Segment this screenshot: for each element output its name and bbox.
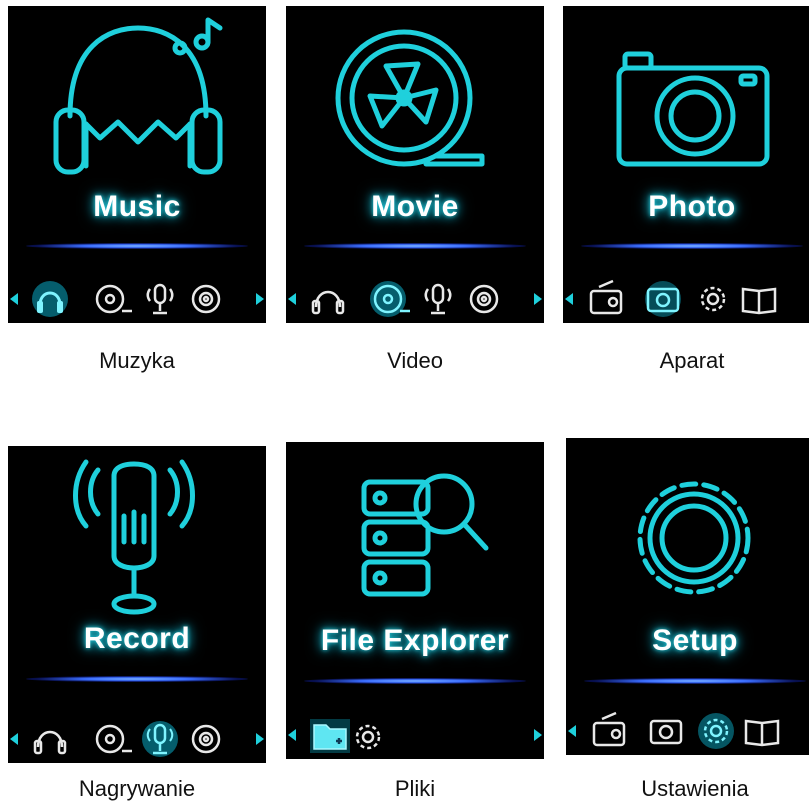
- screen-movie[interactable]: Movie: [286, 6, 544, 323]
- screen-setup[interactable]: Setup: [566, 438, 809, 755]
- headphones-icon[interactable]: [33, 730, 67, 755]
- gear-icon: [637, 481, 751, 595]
- microphone-icon[interactable]: [424, 283, 452, 315]
- arrow-right-icon[interactable]: [534, 729, 542, 741]
- glow-divider: [584, 678, 806, 684]
- menu-icon-bar[interactable]: [8, 715, 266, 763]
- gear-icon[interactable]: [700, 286, 726, 312]
- arrow-left-icon[interactable]: [10, 293, 18, 305]
- film-reel-icon: [335, 29, 485, 167]
- menu-icon-bar[interactable]: [563, 275, 809, 323]
- file-explorer-icon: [361, 473, 489, 597]
- caption-setup: Ustawienia: [641, 776, 749, 801]
- glow-divider: [26, 676, 248, 682]
- screen-music[interactable]: Music: [8, 6, 266, 323]
- glow-divider: [26, 243, 248, 249]
- radio-icon[interactable]: [589, 279, 623, 315]
- disc-icon[interactable]: [191, 284, 221, 314]
- camera-icon[interactable]: [645, 281, 681, 317]
- menu-title: Music: [93, 190, 181, 223]
- arrow-right-icon[interactable]: [534, 293, 542, 305]
- caption-file-explorer: Pliki: [394, 776, 436, 801]
- arrow-left-icon[interactable]: [288, 293, 296, 305]
- arrow-left-icon[interactable]: [568, 725, 576, 737]
- menu-title: File Explorer: [320, 624, 510, 657]
- headphones-icon[interactable]: [311, 290, 345, 315]
- disc-icon[interactable]: [469, 284, 499, 314]
- menu-icon-bar[interactable]: [566, 707, 809, 755]
- headphones-icon: [53, 17, 223, 175]
- arrow-right-icon[interactable]: [256, 733, 264, 745]
- screen-photo[interactable]: Photo: [563, 6, 809, 323]
- film-reel-icon[interactable]: [95, 724, 132, 754]
- book-icon[interactable]: [741, 287, 777, 315]
- camera-icon[interactable]: [649, 719, 683, 745]
- camera-icon: [616, 51, 770, 167]
- film-reel-icon[interactable]: [370, 281, 410, 317]
- menu-icon-bar[interactable]: [8, 275, 266, 323]
- film-reel-icon[interactable]: [95, 284, 132, 314]
- microphone-icon: [73, 459, 195, 615]
- radio-icon[interactable]: [592, 711, 626, 747]
- microphone-icon[interactable]: [142, 721, 178, 757]
- gear-icon[interactable]: [698, 713, 734, 749]
- menu-icon-bar[interactable]: [286, 711, 544, 759]
- book-icon[interactable]: [744, 719, 780, 747]
- arrow-left-icon[interactable]: [10, 733, 18, 745]
- screen-file-explorer[interactable]: File Explorer: [286, 442, 544, 759]
- caption-photo: Aparat: [659, 348, 725, 373]
- menu-icon-bar[interactable]: [286, 275, 544, 323]
- caption-movie: Video: [387, 348, 443, 373]
- menu-title: Record: [83, 622, 191, 655]
- microphone-icon[interactable]: [146, 283, 174, 315]
- arrow-left-icon[interactable]: [565, 293, 573, 305]
- headphones-icon[interactable]: [32, 281, 68, 317]
- gear-icon[interactable]: [355, 724, 381, 750]
- glow-divider: [304, 678, 526, 684]
- caption-music: Muzyka: [99, 348, 175, 373]
- arrow-left-icon[interactable]: [288, 729, 296, 741]
- arrow-right-icon[interactable]: [256, 293, 264, 305]
- disc-icon[interactable]: [191, 724, 221, 754]
- menu-title: Setup: [652, 624, 738, 657]
- glow-divider: [581, 243, 803, 249]
- glow-divider: [304, 243, 526, 249]
- folder-add-icon[interactable]: [310, 719, 350, 753]
- menu-title: Movie: [371, 190, 459, 223]
- screen-record[interactable]: Record: [8, 446, 266, 763]
- caption-record: Nagrywanie: [78, 776, 196, 801]
- menu-title: Photo: [648, 190, 736, 223]
